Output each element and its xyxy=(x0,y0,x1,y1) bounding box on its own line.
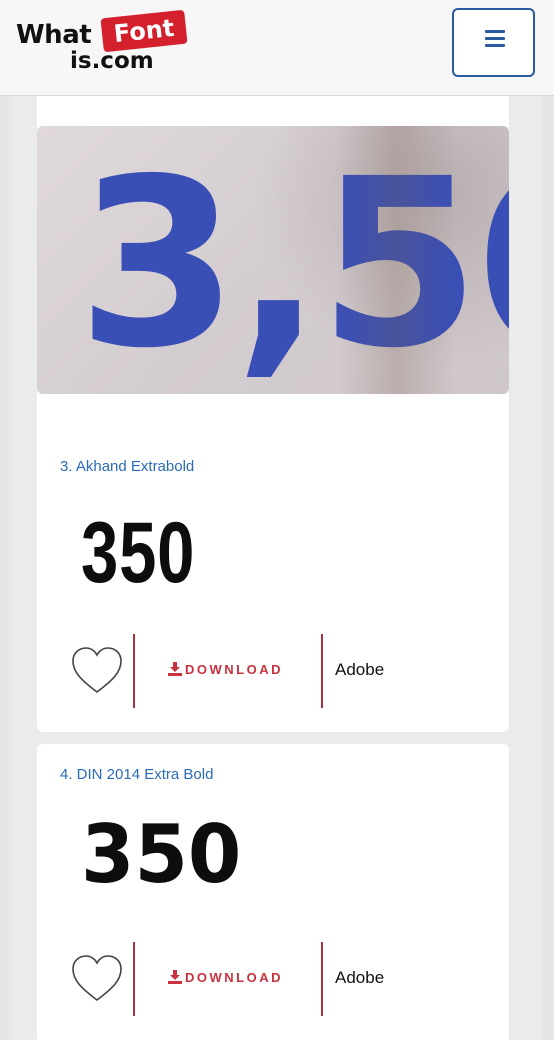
download-label: DOWNLOAD xyxy=(185,662,283,677)
download-icon xyxy=(168,970,182,984)
font-sample-preview: 350 xyxy=(81,808,242,901)
download-label: DOWNLOAD xyxy=(185,970,283,985)
download-icon xyxy=(168,662,182,676)
result-actions: DOWNLOAD Adobe xyxy=(37,942,509,1016)
favorite-heart-icon[interactable] xyxy=(71,646,123,696)
favorite-heart-icon[interactable] xyxy=(71,954,123,1004)
result-card: 4. DIN 2014 Extra Bold 350 DOWNLOAD Adob… xyxy=(37,744,509,1040)
logo-is: is.com xyxy=(70,48,154,74)
logo-font: Font xyxy=(112,13,176,49)
logo-what: What xyxy=(16,20,92,50)
font-result-title[interactable]: 3. Akhand Extrabold xyxy=(60,458,194,475)
action-divider xyxy=(133,634,135,708)
font-result-title[interactable]: 4. DIN 2014 Extra Bold xyxy=(60,766,213,783)
site-header: What Font is.com xyxy=(0,0,554,96)
download-button[interactable]: DOWNLOAD xyxy=(167,970,283,985)
whatfontis-logo[interactable]: What Font is.com xyxy=(14,9,189,76)
download-button[interactable]: DOWNLOAD xyxy=(167,662,283,677)
hamburger-menu-button[interactable] xyxy=(452,8,535,77)
vendor-link[interactable]: Adobe xyxy=(335,968,384,988)
result-actions: DOWNLOAD Adobe xyxy=(37,634,509,708)
action-divider xyxy=(321,634,323,708)
vendor-link[interactable]: Adobe xyxy=(335,660,384,680)
result-card: 3,50 3. Akhand Extrabold 350 DOWNLOAD Ad… xyxy=(37,96,509,732)
action-divider xyxy=(321,942,323,1016)
font-sample-preview: 350 xyxy=(81,505,196,601)
uploaded-image: 3,50 xyxy=(37,126,509,394)
logo-font-badge: Font xyxy=(100,9,188,53)
action-divider xyxy=(133,942,135,1016)
